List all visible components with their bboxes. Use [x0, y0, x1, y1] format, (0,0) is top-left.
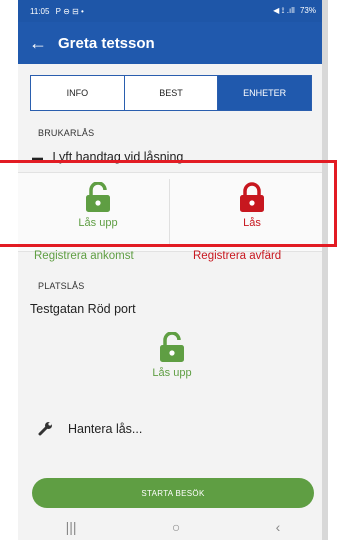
back-nav-icon[interactable]: ‹ — [276, 519, 281, 535]
start-visit-button[interactable]: STARTA BESÖK — [32, 478, 314, 508]
location-name: Testgatan Röd port — [30, 302, 136, 316]
lock-button-brukarlas[interactable]: Lås — [212, 182, 292, 229]
unlocked-padlock-icon — [160, 332, 184, 362]
register-departure-link[interactable]: Registrera avfärd — [193, 250, 281, 262]
unlock-label-brukarlas: Lås upp — [78, 217, 118, 229]
register-arrival-link[interactable]: Registrera ankomst — [34, 250, 134, 262]
manage-locks-row[interactable]: Hantera lås... — [18, 410, 322, 448]
recent-apps-icon[interactable]: ||| — [66, 519, 77, 535]
battery-level: 73% — [299, 6, 316, 15]
unlock-button-platslas[interactable]: Lås upp — [132, 332, 212, 379]
status-time: 11:05 — [30, 6, 50, 16]
status-bar: 11:05 P ⊖ ⊟ • ◀ ⟟ .ıll 73% — [18, 0, 328, 22]
page-title: Greta tetsson — [58, 34, 155, 52]
manage-locks-label: Hantera lås... — [68, 422, 143, 436]
status-left-icons: P ⊖ ⊟ • — [55, 6, 84, 16]
unlock-label-platslas: Lås upp — [152, 367, 192, 379]
tab-best[interactable]: BEST — [125, 76, 219, 110]
phone-edge — [322, 0, 328, 540]
handle-hint-row: ▬ Lyft handtag vid låsning — [32, 150, 183, 164]
phone-screen: 11:05 P ⊖ ⊟ • ◀ ⟟ .ıll 73% ← Greta tetss… — [18, 0, 328, 540]
wrench-icon — [38, 422, 52, 436]
unlocked-padlock-icon — [86, 182, 110, 212]
status-right-icons: ◀ ⟟ .ıll — [273, 6, 295, 15]
back-arrow-icon[interactable]: ← — [18, 22, 58, 64]
home-icon[interactable]: ○ — [172, 519, 180, 535]
tab-bar: INFO BEST ENHETER — [30, 75, 312, 111]
locked-padlock-icon — [240, 182, 264, 212]
system-nav-bar: ||| ○ ‹ — [18, 514, 328, 540]
section-label-platslas: PLATSLÅS — [38, 281, 85, 291]
tab-enheter[interactable]: ENHETER — [218, 76, 312, 110]
section-label-brukarlas: BRUKARLÅS — [38, 128, 95, 138]
handle-hint-text: Lyft handtag vid låsning — [52, 150, 184, 164]
tab-info[interactable]: INFO — [31, 76, 125, 110]
status-right-group: ◀ ⟟ .ıll 73% — [273, 6, 316, 16]
app-bar: ← Greta tetsson — [18, 22, 328, 64]
door-handle-icon: ▬ — [32, 152, 43, 164]
status-time-group: 11:05 P ⊖ ⊟ • — [30, 7, 273, 16]
unlock-button-brukarlas[interactable]: Lås upp — [58, 182, 138, 229]
lock-label-brukarlas: Lås — [243, 217, 261, 229]
lock-panel-divider — [169, 179, 170, 247]
